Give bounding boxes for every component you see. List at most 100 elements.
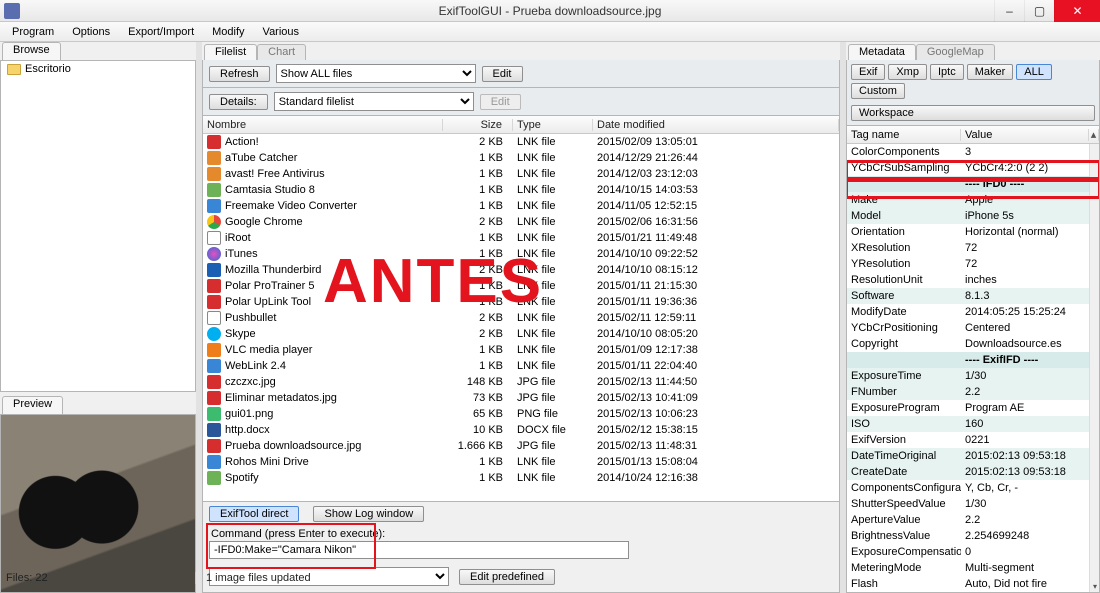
table-row[interactable]: WebLink 2.41 KBLNK file2015/01/11 22:04:… <box>203 358 839 374</box>
metadata-row[interactable]: ShutterSpeedValue1/30 <box>847 496 1099 512</box>
metadata-row[interactable]: MeteringModeMulti-segment <box>847 560 1099 576</box>
table-row[interactable]: Camtasia Studio 81 KBLNK file2014/10/15 … <box>203 182 839 198</box>
btn-all[interactable]: ALL <box>1016 64 1052 80</box>
edit-filter-button[interactable]: Edit <box>482 66 523 82</box>
btn-workspace[interactable]: Workspace <box>851 105 1095 121</box>
menu-options[interactable]: Options <box>64 24 118 40</box>
metadata-row[interactable]: ExposureProgramProgram AE <box>847 400 1099 416</box>
metadata-row[interactable]: ExposureTime1/30 <box>847 368 1099 384</box>
table-row[interactable]: Mozilla Thunderbird2 KBLNK file2014/10/1… <box>203 262 839 278</box>
filelist-combo[interactable]: Standard filelist <box>274 92 474 111</box>
scroll-down-icon[interactable]: ▾ <box>1090 580 1100 592</box>
col-value[interactable]: Value <box>961 129 1089 141</box>
metadata-row[interactable]: ColorComponents3 <box>847 144 1099 160</box>
metadata-row[interactable]: ISO160 <box>847 416 1099 432</box>
col-type[interactable]: Type <box>513 119 593 131</box>
col-tagname[interactable]: Tag name <box>847 129 961 141</box>
table-row[interactable]: aTube Catcher1 KBLNK file2014/12/29 21:2… <box>203 150 839 166</box>
refresh-button[interactable]: Refresh <box>209 66 270 82</box>
metadata-row[interactable]: YCbCrSubSamplingYCbCr4:2:0 (2 2) <box>847 160 1099 176</box>
metadata-row[interactable]: ---- IFD0 ---- <box>847 176 1099 192</box>
table-row[interactable]: czczxc.jpg148 KBJPG file2015/02/13 11:44… <box>203 374 839 390</box>
btn-exif[interactable]: Exif <box>851 64 885 80</box>
btn-maker[interactable]: Maker <box>967 64 1014 80</box>
table-row[interactable]: Pushbullet2 KBLNK file2015/02/11 12:59:1… <box>203 310 839 326</box>
metadata-scrollbar[interactable]: ▾ <box>1089 144 1099 592</box>
exiftool-direct-button[interactable]: ExifTool direct <box>209 506 299 522</box>
menu-various[interactable]: Various <box>255 24 307 40</box>
command-input[interactable] <box>209 541 629 559</box>
metadata-row[interactable]: XResolution72 <box>847 240 1099 256</box>
tab-preview[interactable]: Preview <box>2 396 63 414</box>
table-row[interactable]: iRoot1 KBLNK file2015/01/21 11:49:48 <box>203 230 839 246</box>
menu-modify[interactable]: Modify <box>204 24 252 40</box>
file-icon <box>207 135 221 149</box>
menu-program[interactable]: Program <box>4 24 62 40</box>
tab-googlemap[interactable]: GoogleMap <box>916 44 995 60</box>
tab-chart[interactable]: Chart <box>257 44 306 60</box>
metadata-row[interactable]: Software8.1.3 <box>847 288 1099 304</box>
col-name[interactable]: Nombre <box>203 119 443 131</box>
metadata-row[interactable]: ---- ExifIFD ---- <box>847 352 1099 368</box>
table-row[interactable]: Polar ProTrainer 51 KBLNK file2015/01/11… <box>203 278 839 294</box>
table-row[interactable]: Polar UpLink Tool1 KBLNK file2015/01/11 … <box>203 294 839 310</box>
file-size: 1 KB <box>443 456 513 468</box>
table-row[interactable]: Rohos Mini Drive1 KBLNK file2015/01/13 1… <box>203 454 839 470</box>
table-row[interactable]: Spotify1 KBLNK file2014/10/24 12:16:38 <box>203 470 839 486</box>
edit-filelist-button: Edit <box>480 94 521 110</box>
metadata-row[interactable]: MakeApple <box>847 192 1099 208</box>
meta-value: ---- IFD0 ---- <box>961 178 1089 190</box>
metadata-row[interactable]: ModifyDate2014:05:25 15:25:24 <box>847 304 1099 320</box>
metadata-row[interactable]: FlashAuto, Did not fire <box>847 576 1099 592</box>
metadata-row[interactable]: CopyrightDownloadsource.es <box>847 336 1099 352</box>
metadata-row[interactable]: ComponentsConfigurationY, Cb, Cr, - <box>847 480 1099 496</box>
details-button[interactable]: Details: <box>209 94 268 110</box>
tab-filelist[interactable]: Filelist <box>204 44 257 60</box>
table-row[interactable]: iTunes1 KBLNK file2014/10/10 09:22:52 <box>203 246 839 262</box>
file-type: DOCX file <box>513 424 593 436</box>
metadata-row[interactable]: YCbCrPositioningCentered <box>847 320 1099 336</box>
table-row[interactable]: Skype2 KBLNK file2014/10/10 08:05:20 <box>203 326 839 342</box>
table-row[interactable]: Action!2 KBLNK file2015/02/09 13:05:01 <box>203 134 839 150</box>
btn-xmp[interactable]: Xmp <box>888 64 927 80</box>
metadata-row[interactable]: ExposureCompensation0 <box>847 544 1099 560</box>
btn-custom[interactable]: Custom <box>851 83 905 99</box>
col-size[interactable]: Size <box>443 119 513 131</box>
table-row[interactable]: avast! Free Antivirus1 KBLNK file2014/12… <box>203 166 839 182</box>
tree-root[interactable]: Escritorio <box>1 61 195 77</box>
metadata-row[interactable]: ResolutionUnitinches <box>847 272 1099 288</box>
table-row[interactable]: Prueba downloadsource.jpg1.666 KBJPG fil… <box>203 438 839 454</box>
file-size: 1 KB <box>443 152 513 164</box>
metadata-row[interactable]: OrientationHorizontal (normal) <box>847 224 1099 240</box>
metadata-row[interactable]: CreateDate2015:02:13 09:53:18 <box>847 464 1099 480</box>
filter-combo[interactable]: Show ALL files <box>276 64 476 83</box>
file-name: Google Chrome <box>225 216 303 228</box>
file-icon <box>207 343 221 357</box>
table-row[interactable]: Eliminar metadatos.jpg73 KBJPG file2015/… <box>203 390 839 406</box>
tab-metadata[interactable]: Metadata <box>848 44 916 60</box>
metadata-row[interactable]: ExifVersion0221 <box>847 432 1099 448</box>
meta-value: ---- ExifIFD ---- <box>961 354 1089 366</box>
show-log-button[interactable]: Show Log window <box>313 506 424 522</box>
menu-export[interactable]: Export/Import <box>120 24 202 40</box>
file-name: gui01.png <box>225 408 273 420</box>
table-row[interactable]: Google Chrome2 KBLNK file2015/02/06 16:3… <box>203 214 839 230</box>
table-row[interactable]: http.docx10 KBDOCX file2015/02/12 15:38:… <box>203 422 839 438</box>
metadata-row[interactable]: FNumber2.2 <box>847 384 1099 400</box>
tab-browse[interactable]: Browse <box>2 42 61 60</box>
btn-iptc[interactable]: Iptc <box>930 64 964 80</box>
browse-tree[interactable]: Escritorio <box>0 60 196 392</box>
scroll-up-icon[interactable]: ▴ <box>1089 129 1099 141</box>
metadata-row[interactable]: BrightnessValue2.254699248 <box>847 528 1099 544</box>
metadata-row[interactable]: ModeliPhone 5s <box>847 208 1099 224</box>
status-files: Files: 22 <box>0 572 196 584</box>
table-row[interactable]: VLC media player1 KBLNK file2015/01/09 1… <box>203 342 839 358</box>
table-row[interactable]: gui01.png65 KBPNG file2015/02/13 10:06:2… <box>203 406 839 422</box>
col-date[interactable]: Date modified <box>593 119 839 131</box>
metadata-row[interactable]: ApertureValue2.2 <box>847 512 1099 528</box>
metadata-row[interactable]: YResolution72 <box>847 256 1099 272</box>
file-name: Prueba downloadsource.jpg <box>225 440 361 452</box>
metadata-row[interactable]: DateTimeOriginal2015:02:13 09:53:18 <box>847 448 1099 464</box>
edit-predefined-button[interactable]: Edit predefined <box>459 569 555 585</box>
table-row[interactable]: Freemake Video Converter1 KBLNK file2014… <box>203 198 839 214</box>
